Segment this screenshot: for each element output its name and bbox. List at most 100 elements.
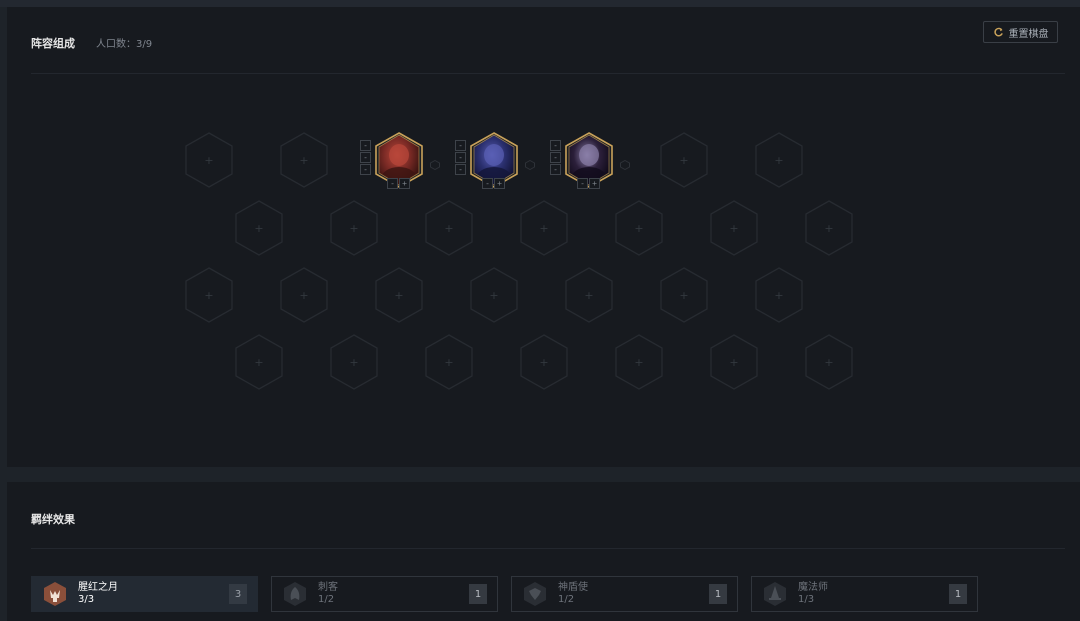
empty-hex-slot[interactable]: + xyxy=(423,199,475,257)
svg-text:+: + xyxy=(679,289,688,302)
link-dot-icon xyxy=(430,155,440,171)
svg-text:+: + xyxy=(444,222,453,235)
empty-hex-slot[interactable]: + xyxy=(753,131,805,189)
link-dot-icon xyxy=(620,155,630,171)
empty-hex-slot[interactable]: + xyxy=(183,266,235,324)
svg-text:+: + xyxy=(539,222,548,235)
trait-name: 神盾使 xyxy=(558,582,588,593)
trait-badge: 1 xyxy=(949,584,967,604)
empty-hex-slot[interactable]: + xyxy=(233,333,285,391)
svg-text:+: + xyxy=(349,222,358,235)
star-level-button[interactable]: - xyxy=(360,164,371,175)
item-controls: - + xyxy=(577,178,600,189)
star-level-controls: --- xyxy=(550,140,561,175)
add-item-button[interactable]: + xyxy=(399,178,410,189)
trait-name: 魔法师 xyxy=(798,582,828,593)
svg-text:+: + xyxy=(729,356,738,369)
traits-title: 羁绊效果 xyxy=(31,513,75,526)
empty-hex-slot[interactable]: + xyxy=(373,266,425,324)
trait-aegis[interactable]: 神盾使 1/2 1 xyxy=(511,576,738,612)
add-item-button[interactable]: + xyxy=(494,178,505,189)
empty-hex-slot[interactable]: + xyxy=(803,333,855,391)
trait-mage[interactable]: 魔法师 1/3 1 xyxy=(751,576,978,612)
svg-text:+: + xyxy=(254,356,263,369)
star-level-button[interactable]: - xyxy=(360,140,371,151)
star-level-button[interactable]: - xyxy=(455,152,466,163)
trait-name: 刺客 xyxy=(318,582,338,593)
empty-hex-slot[interactable]: + xyxy=(753,266,805,324)
svg-text:+: + xyxy=(824,222,833,235)
top-bar xyxy=(0,0,1080,7)
empty-hex-slot[interactable]: + xyxy=(423,333,475,391)
population-count: 人口数：3/9 xyxy=(96,39,153,50)
trait-count: 3/3 xyxy=(78,594,95,605)
empty-hex-slot[interactable]: + xyxy=(328,333,380,391)
traits-divider xyxy=(31,548,1065,549)
empty-hex-slot[interactable]: + xyxy=(183,131,235,189)
empty-hex-slot[interactable]: + xyxy=(613,333,665,391)
svg-text:+: + xyxy=(204,154,213,167)
svg-text:+: + xyxy=(299,289,308,302)
empty-hex-slot[interactable]: + xyxy=(278,131,330,189)
trait-count: 1/3 xyxy=(798,594,815,605)
star-level-button[interactable]: - xyxy=(360,152,371,163)
empty-hex-slot[interactable]: + xyxy=(658,266,710,324)
empty-hex-slot[interactable]: + xyxy=(518,333,570,391)
star-level-button[interactable]: - xyxy=(550,164,561,175)
svg-text:+: + xyxy=(254,222,263,235)
svg-text:+: + xyxy=(394,289,403,302)
svg-text:+: + xyxy=(634,356,643,369)
crimson-moon-icon xyxy=(44,582,66,606)
svg-text:+: + xyxy=(634,222,643,235)
empty-hex-slot[interactable]: + xyxy=(278,266,330,324)
remove-item-button[interactable]: - xyxy=(387,178,398,189)
star-level-button[interactable]: - xyxy=(455,140,466,151)
star-level-controls: --- xyxy=(360,140,371,175)
svg-text:+: + xyxy=(539,356,548,369)
svg-text:+: + xyxy=(204,289,213,302)
trait-name: 腥红之月 xyxy=(78,582,118,593)
add-item-button[interactable]: + xyxy=(589,178,600,189)
trait-crimson-moon[interactable]: 腥红之月 3/3 3 xyxy=(31,576,258,612)
star-level-button[interactable]: - xyxy=(550,152,561,163)
star-level-controls: --- xyxy=(455,140,466,175)
empty-hex-slot[interactable]: + xyxy=(328,199,380,257)
board-divider xyxy=(31,73,1065,74)
svg-text:+: + xyxy=(299,154,308,167)
star-level-button[interactable]: - xyxy=(455,164,466,175)
svg-text:+: + xyxy=(824,356,833,369)
assassin-icon xyxy=(284,582,306,606)
item-controls: - + xyxy=(482,178,505,189)
trait-badge: 1 xyxy=(709,584,727,604)
reset-board-button[interactable]: 重置棋盘 xyxy=(983,21,1058,43)
svg-text:+: + xyxy=(679,154,688,167)
trait-assassin[interactable]: 刺客 1/2 1 xyxy=(271,576,498,612)
trait-badge: 3 xyxy=(229,584,247,604)
trait-count: 1/2 xyxy=(558,594,575,605)
svg-text:+: + xyxy=(444,356,453,369)
trait-count: 1/2 xyxy=(318,594,335,605)
empty-hex-slot[interactable]: + xyxy=(563,266,615,324)
remove-item-button[interactable]: - xyxy=(577,178,588,189)
svg-text:+: + xyxy=(774,289,783,302)
link-dot-icon xyxy=(525,155,535,171)
svg-text:+: + xyxy=(489,289,498,302)
star-level-button[interactable]: - xyxy=(550,140,561,151)
board-title: 阵容组成 xyxy=(31,37,75,50)
trait-badge: 1 xyxy=(469,584,487,604)
empty-hex-slot[interactable]: + xyxy=(708,333,760,391)
empty-hex-slot[interactable]: + xyxy=(658,131,710,189)
empty-hex-slot[interactable]: + xyxy=(803,199,855,257)
empty-hex-slot[interactable]: + xyxy=(468,266,520,324)
remove-item-button[interactable]: - xyxy=(482,178,493,189)
svg-text:+: + xyxy=(584,289,593,302)
empty-hex-slot[interactable]: + xyxy=(518,199,570,257)
svg-text:+: + xyxy=(349,356,358,369)
reset-board-label: 重置棋盘 xyxy=(1008,28,1049,40)
refresh-icon xyxy=(993,27,1003,36)
mage-icon xyxy=(764,582,786,606)
empty-hex-slot[interactable]: + xyxy=(708,199,760,257)
item-controls: - + xyxy=(387,178,410,189)
empty-hex-slot[interactable]: + xyxy=(613,199,665,257)
empty-hex-slot[interactable]: + xyxy=(233,199,285,257)
